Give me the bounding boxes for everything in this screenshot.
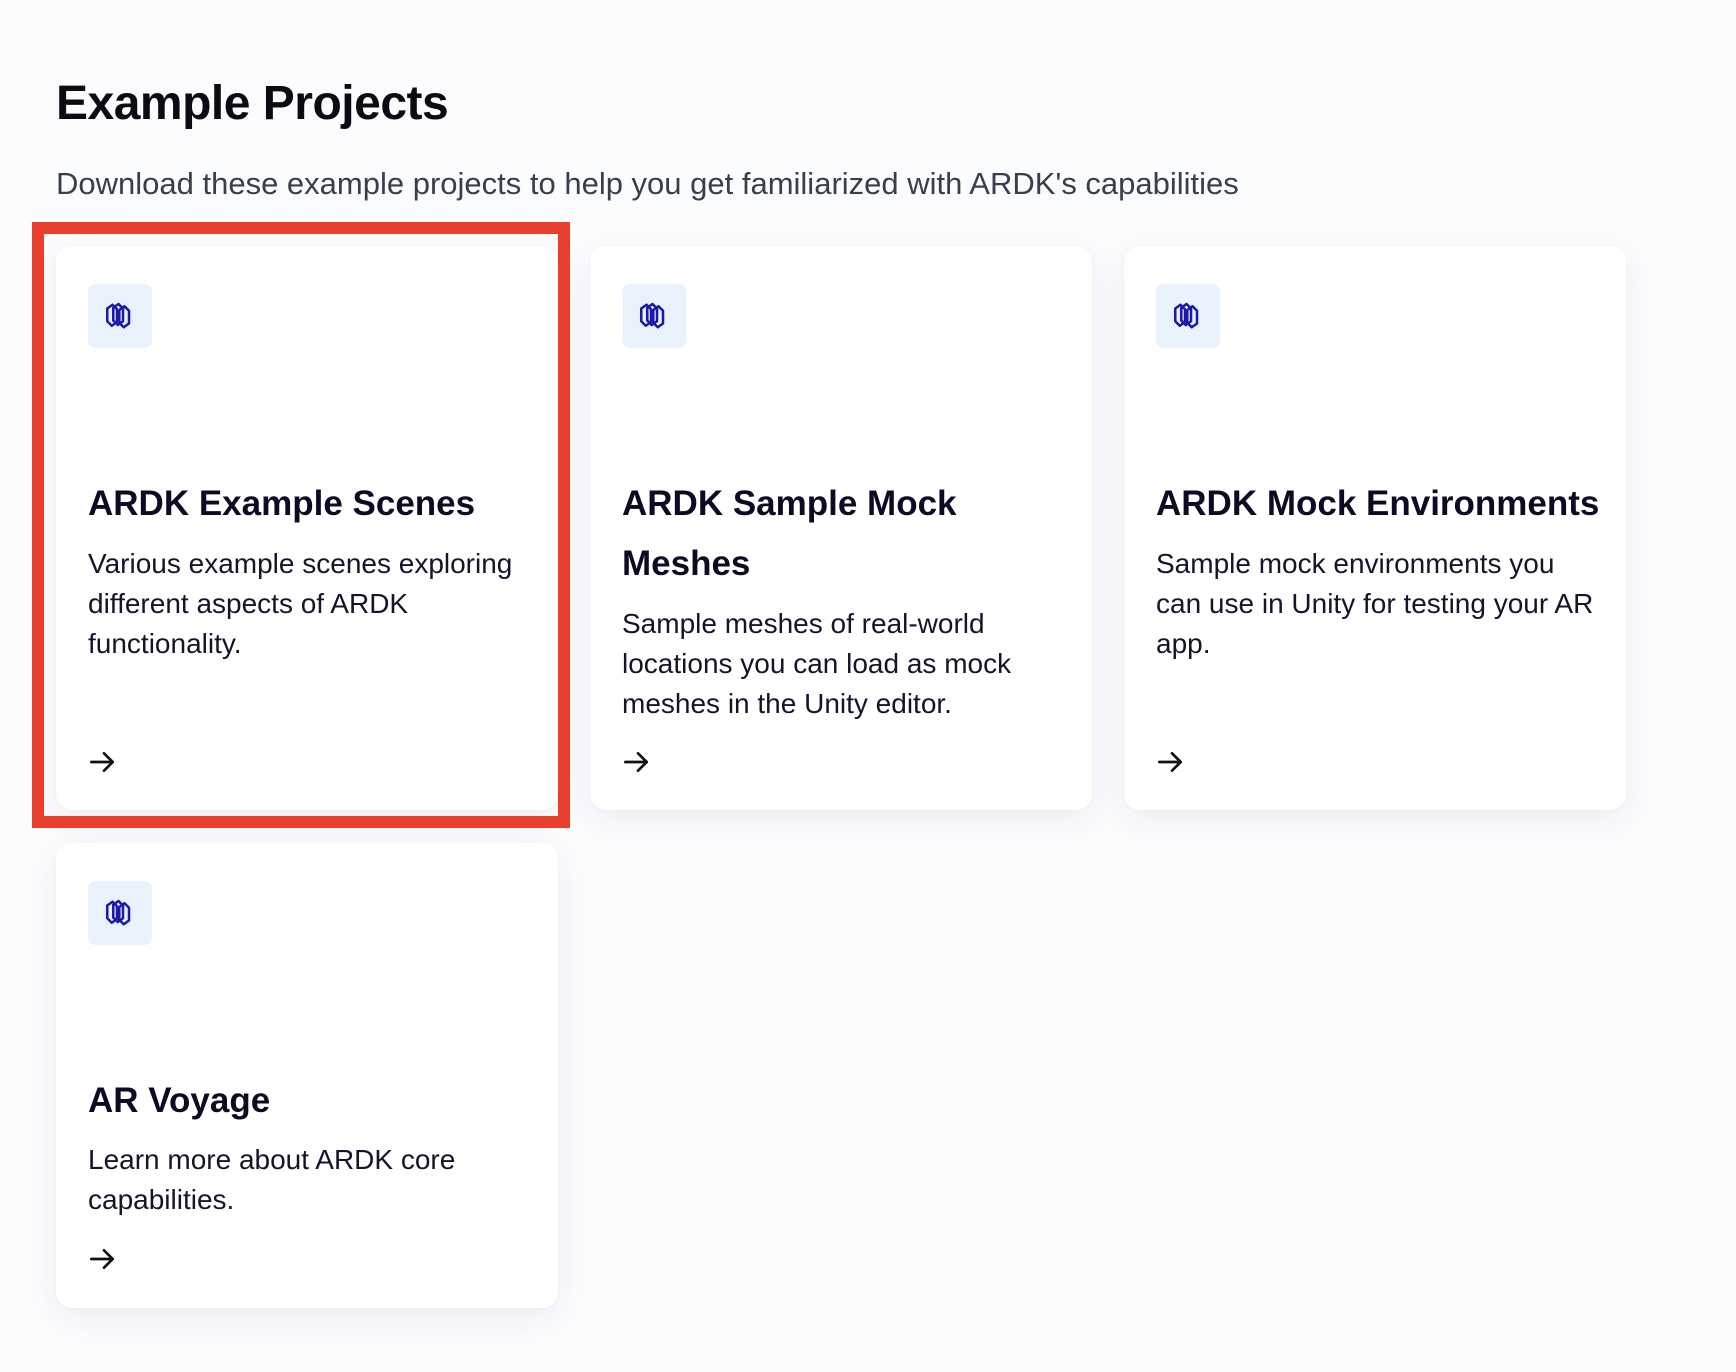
stacked-layers-icon	[622, 284, 686, 348]
stacked-layers-icon	[1156, 284, 1220, 348]
card-description: Sample mock environments you can use in …	[1156, 548, 1594, 659]
page-subtitle: Download these example projects to help …	[56, 166, 1239, 201]
project-card-ar-voyage[interactable]: AR Voyage Learn more about ARDK core cap…	[56, 843, 558, 1308]
card-title: ARDK Sample Mock Meshes	[622, 484, 957, 583]
stacked-layers-icon	[88, 881, 152, 945]
card-description: Learn more about ARDK core capabilities.	[88, 1144, 456, 1215]
arrow-right-icon[interactable]	[86, 1243, 118, 1275]
page-title: Example Projects	[56, 77, 449, 130]
card-description: Sample meshes of real-world locations yo…	[622, 608, 1012, 719]
arrow-right-icon[interactable]	[620, 746, 652, 778]
project-card-ardk-sample-mock-meshes[interactable]: ARDK Sample Mock Meshes Sample meshes of…	[590, 246, 1092, 810]
stacked-layers-icon	[88, 284, 152, 348]
arrow-right-icon[interactable]	[1154, 746, 1186, 778]
arrow-right-icon[interactable]	[86, 746, 118, 778]
card-title: ARDK Example Scenes	[88, 484, 476, 523]
project-card-ardk-mock-environments[interactable]: ARDK Mock Environments Sample mock envir…	[1124, 246, 1626, 810]
card-description: Various example scenes exploring differe…	[88, 548, 513, 659]
project-card-ardk-example-scenes[interactable]: ARDK Example Scenes Various example scen…	[56, 246, 558, 810]
card-title: ARDK Mock Environments	[1156, 484, 1600, 523]
card-title: AR Voyage	[88, 1081, 271, 1120]
